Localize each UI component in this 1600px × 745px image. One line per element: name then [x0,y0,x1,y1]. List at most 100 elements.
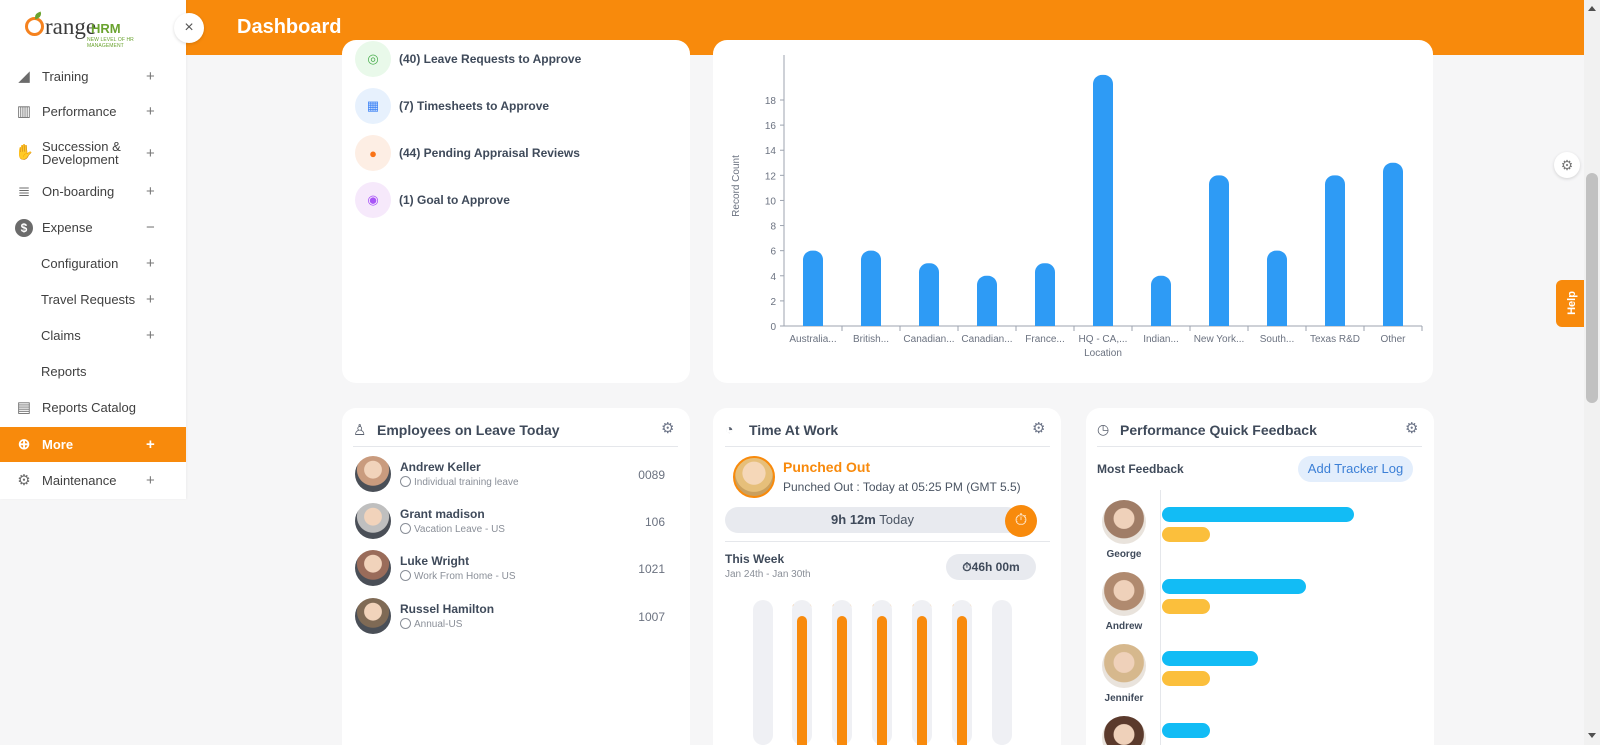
x-tick-label: Texas R&D [1310,334,1360,345]
sidebar-item-expense[interactable]: $ Expense − [0,210,186,245]
chart-bar-base [1035,316,1055,326]
expand-icon[interactable]: + [146,472,155,489]
feedback-primary-bar [1162,723,1210,738]
logo-text: range [27,14,96,40]
scroll-down-arrow-icon[interactable] [1588,733,1596,738]
leave-type: Annual-US [400,618,462,630]
calendar-icon: ▦ [355,88,391,124]
gear-icon[interactable]: ⚙ [1405,419,1418,437]
pending-item-timesheets[interactable]: ▦ (7) Timesheets to Approve [355,88,549,124]
collapse-icon[interactable]: − [146,219,155,236]
chart-bar [861,250,881,326]
location-bar-chart: 0 2 4 6 8 10 12 14 16 18 Australia... British... Can… [731,55,1423,359]
sidebar-item-label: More [42,437,74,452]
clock-icon [400,476,411,487]
feedback-secondary-bar [1162,527,1210,542]
day-column [912,600,932,745]
list-item[interactable]: Luke Wright Work From Home - US 1021 [355,550,665,590]
orangehrm-logo[interactable]: range HRM NEW LEVEL OF HR MANAGEMENT [25,11,165,49]
y-tick-label: 0 [770,322,776,333]
sidebar-item-reports[interactable]: Reports [0,354,186,389]
feedback-axis [1160,490,1161,745]
help-tab[interactable]: Help [1556,280,1584,327]
scroll-up-arrow-icon[interactable] [1588,6,1596,11]
sidebar-item-label: Configuration [41,256,119,271]
day-column [753,600,773,745]
expand-icon[interactable]: + [146,103,155,120]
day-column [792,600,812,745]
list-item[interactable]: Russel Hamilton Annual-US 1007 [355,598,665,638]
chart-bar [1325,175,1345,326]
clock-icon [400,523,411,534]
employee-name: Luke Wright [400,554,470,568]
chart-bar-base [803,316,823,326]
scroll-thumb[interactable] [1586,173,1598,403]
x-tick-label: South... [1260,334,1294,345]
expand-icon[interactable]: + [146,255,155,272]
chart-bar [1267,250,1287,326]
feedback-secondary-bar [1162,599,1210,614]
leave-icon: ◎ [355,41,391,77]
pending-item-appraisals[interactable]: ● (44) Pending Appraisal Reviews [355,135,580,171]
pending-item-leave[interactable]: ◎ (40) Leave Requests to Approve [355,41,581,77]
avatar [355,456,391,492]
feedback-person[interactable] [1100,716,1148,745]
megaphone-icon: ◢ [18,67,30,85]
sidebar-item-reports-catalog[interactable]: ▤ Reports Catalog [0,390,186,425]
target-glyph: ◉ [367,192,379,207]
gear-icon[interactable]: ⚙ [661,419,674,437]
feedback-person[interactable]: Jennifer [1100,644,1148,704]
sidebar-item-travel-requests[interactable]: Travel Requests + [0,282,186,317]
punch-status: Punched Out [783,459,871,475]
leave-glyph: ◎ [367,51,379,66]
sidebar-item-maintenance[interactable]: ⚙ Maintenance + [0,463,186,498]
label-line-2: Development [42,152,119,167]
week-total: ⏱46h 00m [946,554,1036,580]
employee-name: Andrew Keller [400,460,481,474]
document-icon: ▤ [16,398,32,416]
expand-icon[interactable]: + [146,327,155,344]
list-item[interactable]: Grant madison Vacation Leave - US 106 [355,503,665,543]
expand-icon[interactable]: + [146,183,155,200]
x-tick-label: Australia... [789,334,836,345]
x-tick-label: Indian... [1143,334,1179,345]
sidebar-item-more[interactable]: ⊕ More + [0,427,186,462]
gear-icon: ⚙ [17,471,31,489]
sidebar-item-onboarding[interactable]: ≣ On-boarding + [0,174,186,209]
leave-type: Vacation Leave - US [400,523,505,535]
sidebar-item-label: On-boarding [42,184,115,199]
leave-type-text: Work From Home - US [414,571,516,582]
plus-circle-icon: ⊕ [17,435,31,453]
feedback-person[interactable]: George [1100,500,1148,560]
close-sidebar-button[interactable]: × [174,13,204,43]
sidebar-item-label: Performance [42,104,117,119]
feedback-person[interactable]: Andrew [1100,572,1148,632]
expand-icon[interactable]: + [146,145,155,162]
sidebar-item-label: Reports Catalog [42,400,136,415]
scrollbar[interactable] [1584,0,1600,745]
logo-tagline: NEW LEVEL OF HR MANAGEMENT [87,37,134,49]
stopwatch-icon[interactable]: ⏱ [1005,505,1037,537]
sidebar-item-configuration[interactable]: Configuration + [0,246,186,281]
sidebar-item-claims[interactable]: Claims + [0,318,186,353]
list-item[interactable]: Andrew Keller Individual training leave 00… [355,456,665,496]
pending-item-goal[interactable]: ◉ (1) Goal to Approve [355,182,510,218]
expand-icon[interactable]: + [146,436,155,453]
divider [725,446,1050,447]
settings-gear-icon[interactable]: ⚙ [1554,152,1580,178]
sidebar-item-succession[interactable]: ✋ Succession & Development + [0,133,186,173]
pending-item-label: (1) Goal to Approve [399,193,510,207]
expand-icon[interactable]: + [146,68,155,85]
y-tick-label: 16 [765,121,777,132]
sidebar-item-performance[interactable]: ▥ Performance + [0,94,186,129]
help-label: Help [1565,291,1578,315]
day-hours-bar [917,616,927,745]
divider [725,541,1050,542]
sidebar-item-label: Expense [42,220,93,235]
gear-icon[interactable]: ⚙ [1032,419,1045,437]
sidebar-item-label: Claims [41,328,81,343]
sidebar-item-training[interactable]: ◢ Training + [0,59,186,94]
expand-icon[interactable]: + [146,291,155,308]
add-tracker-log-button[interactable]: Add Tracker Log [1298,456,1413,482]
employee-id: 1007 [638,610,665,624]
